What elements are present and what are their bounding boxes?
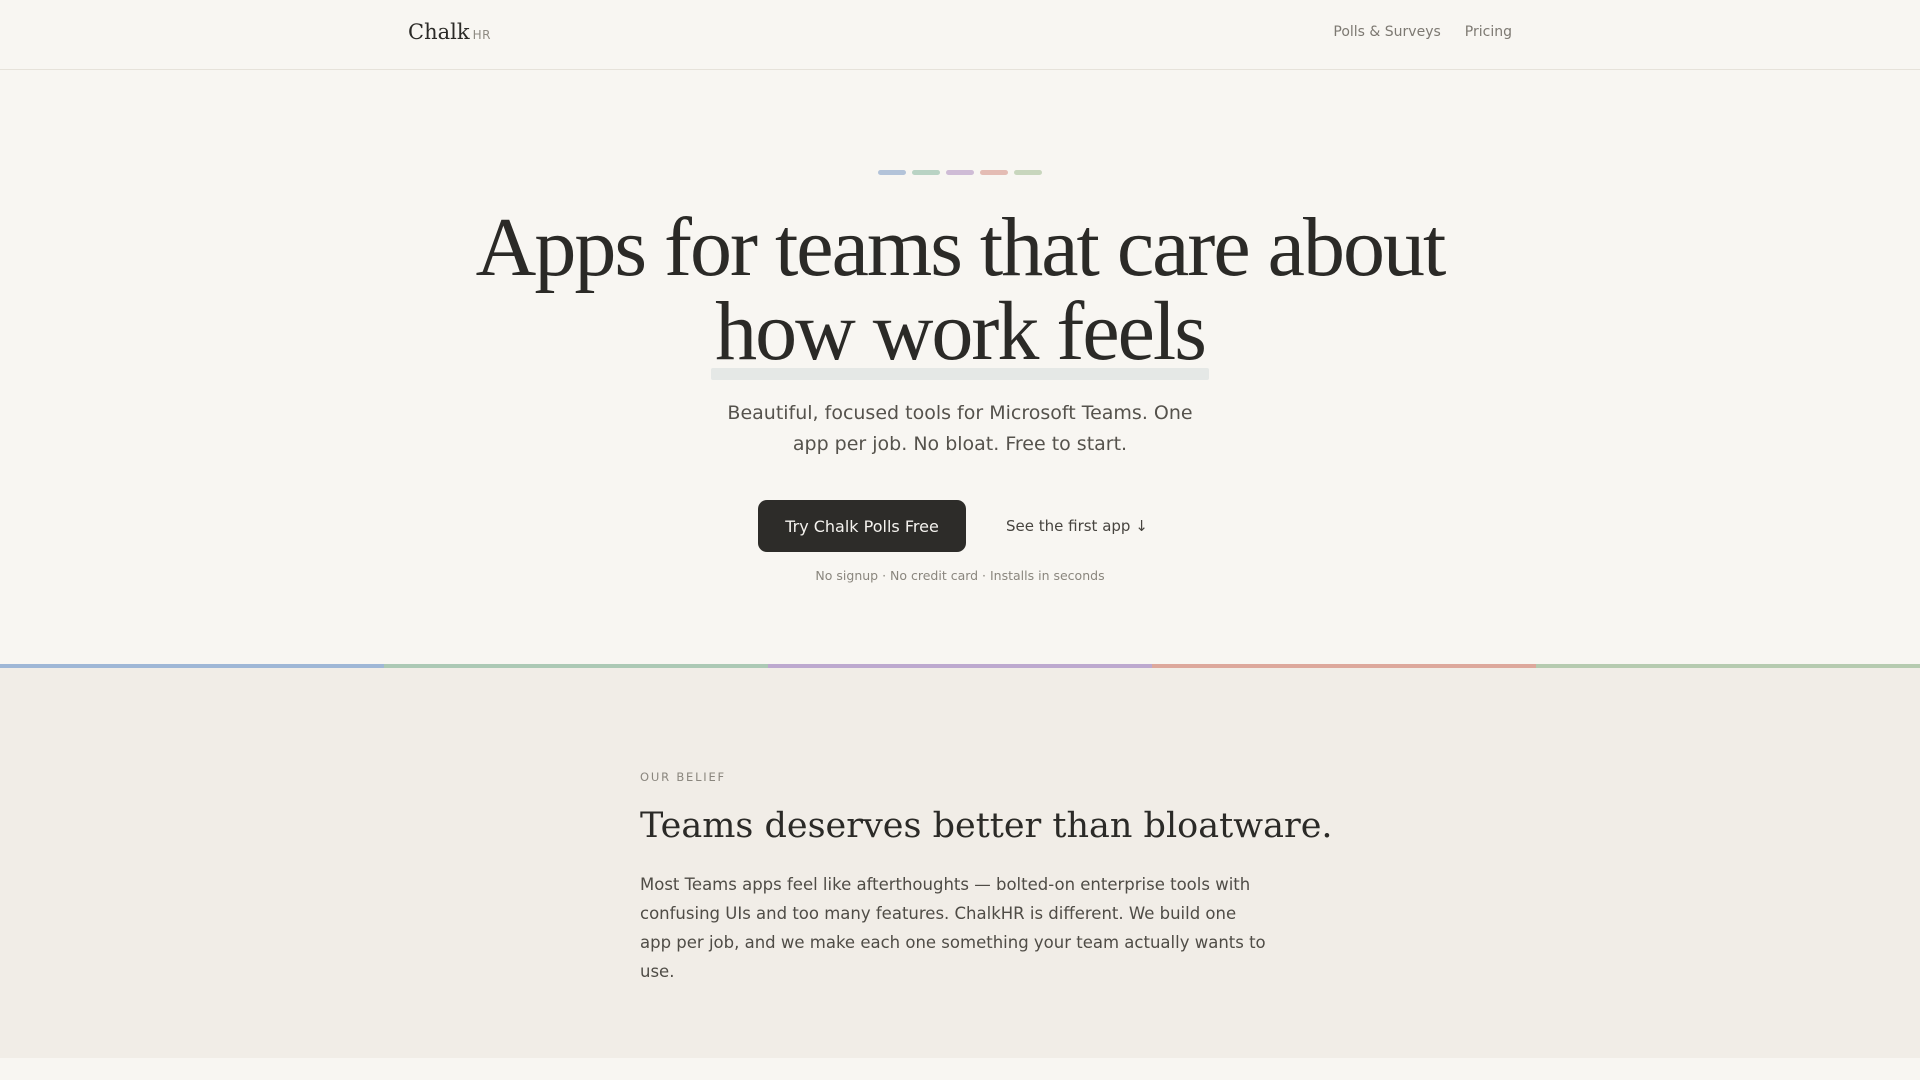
see-first-app-link[interactable]: See the first app ↓ (1006, 517, 1148, 535)
belief-title: Teams deserves better than bloatware. (640, 806, 1333, 846)
page: Chalk HR Polls & Surveys Pricing Apps fo… (0, 0, 1920, 1080)
brand-logo[interactable]: Chalk HR (408, 20, 491, 44)
color-swatch-purple (946, 170, 974, 175)
headline-line-2: how work feels (0, 290, 1920, 380)
hero-headline: Apps for teams that care about how work … (0, 201, 1920, 380)
belief-body: Most Teams apps feel like afterthoughts … (640, 875, 1266, 981)
headline-highlight: how work feels (711, 290, 1209, 380)
top-nav: Chalk HR Polls & Surveys Pricing (0, 0, 1920, 70)
color-swatch-sage (1014, 170, 1042, 175)
color-swatch-green (912, 170, 940, 175)
brand-name: Chalk (408, 20, 470, 44)
belief-section: OUR BELIEF Teams deserves better than bl… (0, 668, 1920, 1058)
headline-highlight-text: how work feels (715, 285, 1207, 378)
color-swatch-red (980, 170, 1008, 175)
hero-section: Apps for teams that care about how work … (0, 70, 1920, 664)
belief-eyebrow: OUR BELIEF (640, 770, 726, 784)
brand-suffix: HR (472, 28, 491, 42)
nav-links: Polls & Surveys Pricing (1333, 24, 1512, 40)
try-chalk-polls-button[interactable]: Try Chalk Polls Free (758, 500, 966, 552)
cta-row: Try Chalk Polls Free See the first app ↓ (758, 500, 1148, 552)
hero-subhead: Beautiful, focused tools for Microsoft T… (727, 402, 1193, 455)
headline-line-1: Apps for teams that care about (475, 201, 1447, 294)
hero-fineprint: No signup · No credit card · Installs in… (815, 568, 1105, 583)
nav-link-polls-surveys[interactable]: Polls & Surveys (1333, 24, 1440, 40)
nav-link-pricing[interactable]: Pricing (1465, 24, 1512, 40)
color-swatch-blue (878, 170, 906, 175)
color-swatches (878, 170, 1042, 175)
